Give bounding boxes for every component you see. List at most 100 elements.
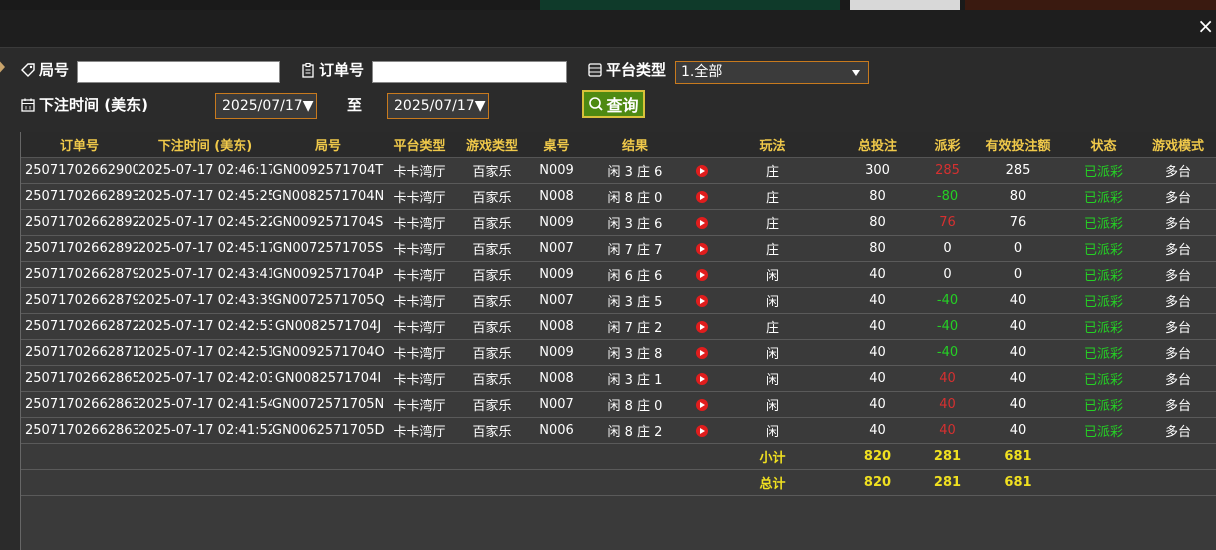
cell-result-video[interactable] xyxy=(686,261,717,288)
round-input[interactable] xyxy=(77,61,280,83)
platform-selected-text: 1.全部 xyxy=(681,64,723,80)
cell-total-bet: 40 xyxy=(828,261,927,288)
subtotal-row-payout: 281 xyxy=(927,443,968,470)
cell-result-video[interactable] xyxy=(686,157,717,184)
cell-bet-time: 2025-07-17 02:45:22 xyxy=(138,209,272,236)
cell-round-no: GN0092571704O xyxy=(272,339,384,366)
cell-bet-time: 2025-07-17 02:42:51 xyxy=(138,339,272,366)
cell-game-mode: 多台 xyxy=(1139,313,1216,340)
empty-cell xyxy=(138,469,272,496)
play-icon[interactable] xyxy=(695,190,708,203)
date-from-input[interactable]: 2025/07/17▼ xyxy=(215,93,317,119)
column-header-game-mode: 游戏模式 xyxy=(1139,132,1216,158)
play-icon[interactable] xyxy=(695,372,708,385)
table-row[interactable]: 250717026628721 2025-07-17 02:42:53 GN0082… xyxy=(21,313,1216,340)
close-button[interactable]: × xyxy=(1197,14,1214,38)
empty-cell xyxy=(272,443,384,470)
play-icon[interactable] xyxy=(695,424,708,437)
cell-order-no: 250717026628792 xyxy=(21,287,138,314)
total-row: 总计 820 281 681 xyxy=(21,469,1216,496)
cell-result-video[interactable] xyxy=(686,287,717,314)
query-button-label: 查询 xyxy=(606,96,639,115)
cell-result-video[interactable] xyxy=(686,313,717,340)
play-icon[interactable] xyxy=(695,398,708,411)
cell-bet-time: 2025-07-17 02:41:52 xyxy=(138,417,272,444)
column-header-platform: 平台类型 xyxy=(384,132,455,158)
play-icon[interactable] xyxy=(695,346,708,359)
cell-game-mode: 多台 xyxy=(1139,339,1216,366)
column-header-result-video xyxy=(686,132,717,158)
cell-result-video[interactable] xyxy=(686,391,717,418)
cell-round-no: GN0092571704T xyxy=(272,157,384,184)
cell-result-video[interactable] xyxy=(686,417,717,444)
cell-payout: 40 xyxy=(927,417,968,444)
play-icon[interactable] xyxy=(695,242,708,255)
cell-status: 已派彩 xyxy=(1068,287,1139,314)
play-icon[interactable] xyxy=(695,164,708,177)
table-body: 250717026629003 2025-07-17 02:46:17 GN0092… xyxy=(21,157,1216,496)
empty-cell xyxy=(384,469,455,496)
table-row[interactable]: 250717026628655 2025-07-17 02:42:03 GN0082… xyxy=(21,365,1216,392)
cell-table-no: N007 xyxy=(529,235,584,262)
cell-bet-time: 2025-07-17 02:43:41 xyxy=(138,261,272,288)
cell-table-no: N008 xyxy=(529,365,584,392)
empty-cell xyxy=(529,443,584,470)
order-input[interactable] xyxy=(372,61,567,83)
table-row[interactable]: 250717026628792 2025-07-17 02:43:39 GN0072… xyxy=(21,287,1216,314)
table-row[interactable]: 250717026628719 2025-07-17 02:42:51 GN0092… xyxy=(21,339,1216,366)
cell-platform: 卡卡湾厅 xyxy=(384,391,455,418)
table-row[interactable]: 250717026628927 2025-07-17 02:45:22 GN0092… xyxy=(21,209,1216,236)
table-row[interactable]: 250717026628630 2025-07-17 02:41:52 GN0062… xyxy=(21,417,1216,444)
cell-total-bet: 40 xyxy=(828,339,927,366)
cell-payout: 76 xyxy=(927,209,968,236)
empty-cell xyxy=(686,443,717,470)
query-button[interactable]: 查询 xyxy=(582,90,645,118)
play-icon[interactable] xyxy=(695,268,708,281)
table-row[interactable]: 250717026628935 2025-07-17 02:45:25 GN0082… xyxy=(21,183,1216,210)
cell-table-no: N009 xyxy=(529,261,584,288)
cell-payout: 40 xyxy=(927,391,968,418)
table-row[interactable]: 250717026629003 2025-07-17 02:46:17 GN0092… xyxy=(21,157,1216,184)
table-row[interactable]: 250717026628638 2025-07-17 02:41:54 GN0072… xyxy=(21,391,1216,418)
cell-game-type: 百家乐 xyxy=(455,157,529,184)
platform-select[interactable]: 1.全部 xyxy=(675,61,869,84)
cell-platform: 卡卡湾厅 xyxy=(384,157,455,184)
subtotal-row-label: 小计 xyxy=(717,443,828,470)
empty-cell xyxy=(384,443,455,470)
cell-total-bet: 80 xyxy=(828,183,927,210)
date-to-input[interactable]: 2025/07/17▼ xyxy=(387,93,489,119)
cell-bet-type: 庄 xyxy=(717,209,828,236)
date-from-text: 2025/07/17 xyxy=(222,98,303,114)
cell-result-video[interactable] xyxy=(686,365,717,392)
empty-cell xyxy=(455,443,529,470)
cell-result-video[interactable] xyxy=(686,339,717,366)
column-header-valid-bet: 有效投注额 xyxy=(968,132,1068,158)
cell-platform: 卡卡湾厅 xyxy=(384,365,455,392)
play-icon[interactable] xyxy=(695,216,708,229)
cell-status: 已派彩 xyxy=(1068,417,1139,444)
cell-game-mode: 多台 xyxy=(1139,391,1216,418)
cell-payout: -40 xyxy=(927,339,968,366)
cell-order-no: 250717026628630 xyxy=(21,417,138,444)
cell-table-no: N009 xyxy=(529,157,584,184)
play-icon[interactable] xyxy=(695,320,708,333)
cell-total-bet: 40 xyxy=(828,417,927,444)
cell-status: 已派彩 xyxy=(1068,365,1139,392)
empty-cell xyxy=(138,443,272,470)
cell-order-no: 250717026628927 xyxy=(21,209,138,236)
cell-game-mode: 多台 xyxy=(1139,157,1216,184)
play-icon[interactable] xyxy=(695,294,708,307)
collapse-arrow-icon[interactable] xyxy=(0,57,5,77)
column-header-status: 状态 xyxy=(1068,132,1139,158)
tag-icon xyxy=(21,62,35,77)
table-row[interactable]: 250717026628920 2025-07-17 02:45:17 GN0072… xyxy=(21,235,1216,262)
cell-result-video[interactable] xyxy=(686,209,717,236)
cell-result-video[interactable] xyxy=(686,235,717,262)
cell-result-video[interactable] xyxy=(686,183,717,210)
cell-game-type: 百家乐 xyxy=(455,235,529,262)
table-row[interactable]: 250717026628796 2025-07-17 02:43:41 GN0092… xyxy=(21,261,1216,288)
cell-order-no: 250717026628920 xyxy=(21,235,138,262)
cell-bet-time: 2025-07-17 02:45:17 xyxy=(138,235,272,262)
cell-game-type: 百家乐 xyxy=(455,417,529,444)
cell-order-no: 250717026628721 xyxy=(21,313,138,340)
